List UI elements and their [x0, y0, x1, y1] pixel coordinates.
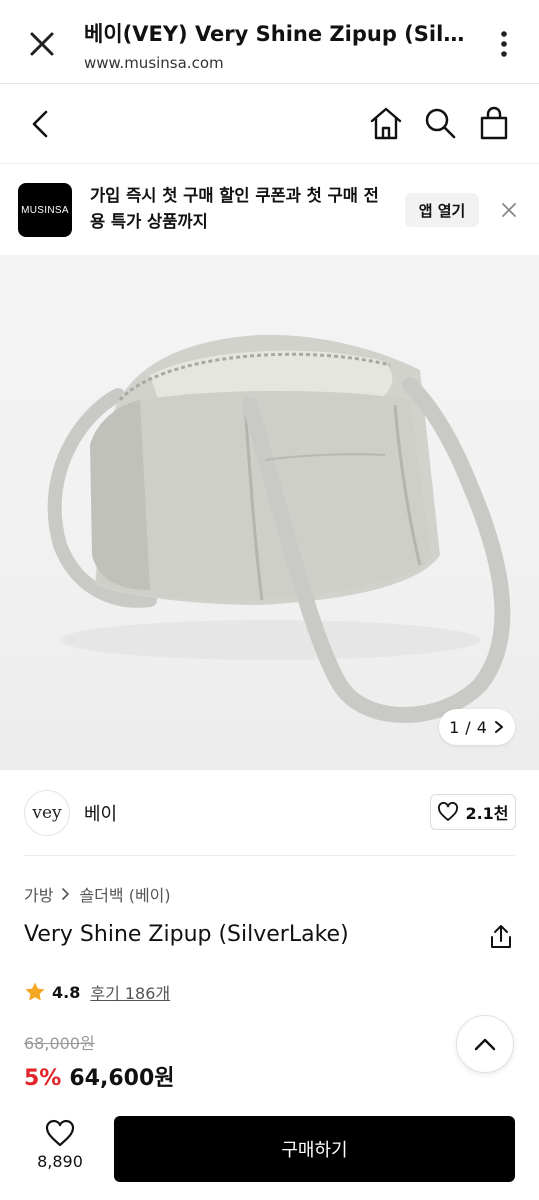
brand-like-button[interactable]: 2.1천: [430, 794, 516, 830]
wish-button[interactable]: 8,890: [22, 1118, 98, 1184]
chevron-right-icon: [494, 721, 503, 733]
brand-name[interactable]: 베이: [84, 800, 117, 826]
buy-button[interactable]: 구매하기: [114, 1116, 515, 1182]
browser-toolbar: 베이(VEY) Very Shine Zipup (SilverLake) ww…: [0, 0, 539, 84]
more-vert-icon[interactable]: [489, 26, 519, 62]
wish-count: 8,890: [37, 1152, 83, 1171]
app-promo-banner: MUSINSA 가입 즉시 첫 구매 할인 쿠폰과 첫 구매 전용 특가 상품까…: [0, 165, 539, 255]
image-total: 4: [476, 717, 487, 737]
product-image[interactable]: 1 / 4: [0, 255, 539, 770]
browser-url[interactable]: www.musinsa.com: [84, 54, 224, 72]
promo-message: 가입 즉시 첫 구매 할인 쿠폰과 첫 구매 전용 특가 상품까지: [90, 186, 379, 231]
breadcrumb-category[interactable]: 가방: [24, 882, 53, 906]
image-counter[interactable]: 1 / 4: [439, 709, 515, 745]
shopping-bag-icon[interactable]: [474, 102, 514, 144]
chevron-up-icon: [474, 1038, 496, 1051]
bag-illustration: [47, 334, 511, 723]
browser-page-title: 베이(VEY) Very Shine Zipup (SilverLake): [84, 22, 474, 46]
price-row: 5% 64,600원: [24, 1060, 175, 1092]
bottom-purchase-bar: 8,890 구매하기: [0, 1104, 539, 1200]
image-separator: /: [465, 717, 471, 737]
breadcrumb: 가방 숄더백 (베이): [24, 882, 171, 906]
rating-row: 4.8 후기 186개: [24, 980, 170, 1004]
product-title: Very Shine Zipup (SilverLake): [24, 922, 349, 947]
site-header: [0, 84, 539, 164]
home-icon[interactable]: [366, 102, 406, 144]
brand-row: vey 베이 2.1천: [0, 770, 539, 856]
share-icon[interactable]: [486, 922, 516, 952]
sale-price: 64,600원: [69, 1066, 175, 1091]
original-price: 68,000원: [24, 1034, 95, 1053]
search-icon[interactable]: [420, 102, 460, 144]
review-link[interactable]: 후기 186개: [90, 980, 170, 1004]
musinsa-logo: MUSINSA: [18, 183, 72, 237]
divider: [24, 855, 515, 856]
open-app-button[interactable]: 앱 열기: [405, 193, 479, 227]
close-icon[interactable]: [22, 24, 62, 64]
back-icon[interactable]: [24, 104, 60, 144]
breadcrumb-subcategory[interactable]: 숄더백 (베이): [79, 882, 170, 906]
brand-like-count: 2.1천: [465, 804, 509, 823]
chevron-right-small-icon: [62, 888, 70, 900]
rating-value: 4.8: [52, 982, 81, 1002]
discount-rate: 5%: [24, 1066, 62, 1091]
brand-logo[interactable]: vey: [24, 790, 70, 836]
heart-outline-icon: [438, 802, 459, 821]
image-current: 1: [449, 717, 460, 737]
heart-icon: [45, 1119, 75, 1147]
close-x-icon[interactable]: [496, 195, 522, 225]
star-icon: [25, 982, 45, 1001]
scroll-top-button[interactable]: [456, 1015, 514, 1073]
